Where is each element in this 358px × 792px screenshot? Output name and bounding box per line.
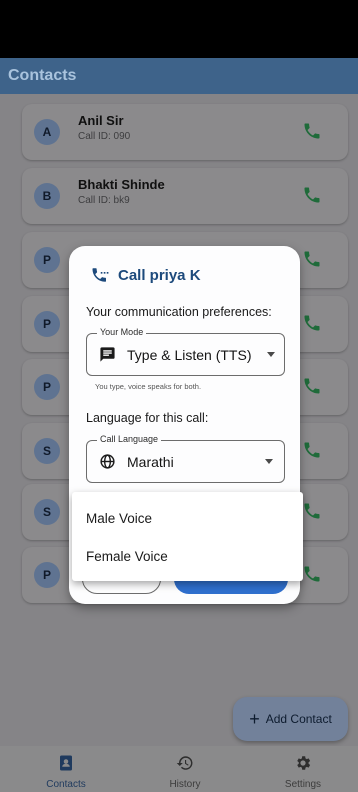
nav-item-settings[interactable]: Settings	[243, 746, 358, 792]
dialog-title: Call priya K	[118, 267, 201, 284]
nav-item-contacts[interactable]: Contacts	[6, 746, 126, 792]
language-label: Language for this call:	[86, 411, 209, 425]
avatar: A	[34, 119, 60, 145]
app-bar: Contacts	[0, 58, 358, 94]
avatar: P	[34, 374, 60, 400]
avatar: P	[34, 562, 60, 588]
bottom-nav: Contacts History Settings	[0, 746, 358, 792]
contact-card[interactable]: A Anil Sir Call ID: 090	[22, 104, 348, 160]
language-select[interactable]: Call Language Marathi	[86, 434, 285, 483]
dropdown-arrow-icon	[265, 459, 273, 464]
mode-field-label: Your Mode	[97, 327, 147, 337]
preferences-label: Your communication preferences:	[86, 305, 272, 319]
add-contact-button[interactable]: + Add Contact	[233, 697, 348, 741]
nav-label-history: History	[169, 779, 201, 790]
avatar: P	[34, 311, 60, 337]
phone-icon[interactable]	[302, 185, 322, 205]
language-value: Marathi	[127, 454, 174, 470]
status-bar	[0, 0, 358, 58]
phone-icon[interactable]	[302, 376, 322, 396]
phone-icon[interactable]	[302, 313, 322, 333]
avatar: B	[34, 183, 60, 209]
avatar: S	[34, 499, 60, 525]
avatar: P	[34, 247, 60, 273]
phone-icon[interactable]	[302, 440, 322, 460]
contact-name: Anil Sir	[78, 113, 124, 128]
add-contact-label: Add Contact	[265, 712, 332, 726]
gear-icon	[297, 756, 311, 770]
app-title: Contacts	[8, 67, 77, 84]
phone-call-icon	[92, 268, 109, 282]
contact-name: Bhakti Shinde	[78, 177, 165, 192]
contact-card[interactable]: B Bhakti Shinde Call ID: bk9	[22, 168, 348, 224]
message-icon	[100, 347, 115, 362]
menu-item-male-voice[interactable]: Male Voice	[72, 499, 303, 537]
contacts-icon	[60, 755, 72, 771]
language-field-label: Call Language	[97, 434, 162, 444]
dropdown-arrow-icon	[267, 352, 275, 357]
mode-value: Type & Listen (TTS)	[127, 347, 252, 363]
contact-call-id: Call ID: bk9	[78, 195, 130, 206]
history-icon	[176, 756, 193, 770]
nav-label-contacts: Contacts	[46, 779, 86, 790]
globe-icon	[100, 454, 115, 469]
menu-item-female-voice[interactable]: Female Voice	[72, 537, 303, 575]
mode-helper-text: You type, voice speaks for both.	[95, 382, 202, 391]
nav-label-settings: Settings	[284, 779, 322, 790]
avatar: S	[34, 438, 60, 464]
phone-icon[interactable]	[302, 501, 322, 521]
voice-dropdown-menu: Male Voice Female Voice	[72, 492, 303, 581]
plus-icon: +	[249, 709, 260, 729]
contact-call-id: Call ID: 090	[78, 131, 131, 142]
phone-icon[interactable]	[302, 121, 322, 141]
phone-icon[interactable]	[302, 564, 322, 584]
nav-item-history[interactable]: History	[125, 746, 245, 792]
phone-icon[interactable]	[302, 249, 322, 269]
mode-select[interactable]: Your Mode Type & Listen (TTS)	[86, 327, 285, 376]
